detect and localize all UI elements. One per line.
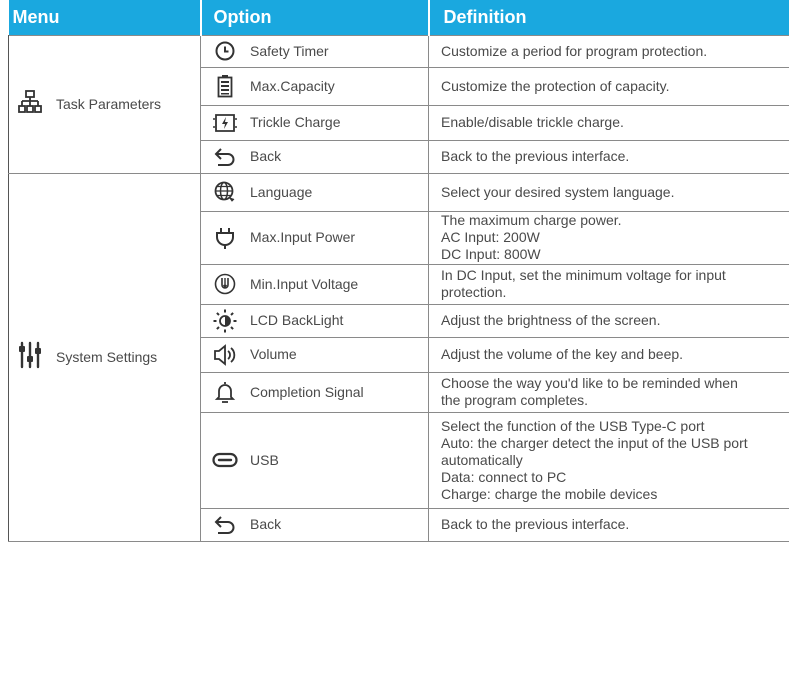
definition-line: Auto: the charger detect the input of th…	[441, 434, 748, 451]
option-label: Volume	[250, 346, 297, 362]
sitemap-icon	[18, 90, 42, 118]
definition-line: automatically	[441, 451, 523, 468]
clock-icon	[212, 38, 238, 64]
definition-cell: Select your desired system language.	[428, 172, 789, 212]
definition-line: Data: connect to PC	[441, 468, 567, 485]
back-arrow-icon	[212, 512, 238, 538]
option-label: Completion Signal	[250, 383, 364, 400]
option-cell: LCD BackLight	[200, 303, 429, 338]
definition-line: The maximum charge power.	[441, 212, 622, 228]
menu-cell: Task Parameters	[8, 34, 201, 174]
option-cell: Min.Input Voltage	[200, 263, 429, 305]
option-cell: Safety Timer	[200, 34, 429, 68]
definition-line: the program completes.	[441, 392, 589, 408]
option-label: Min.Input Voltage	[250, 275, 359, 292]
definition-line: In DC Input, set the minimum voltage for…	[441, 267, 726, 283]
option-cell: Completion Signal	[200, 371, 429, 413]
brightness-icon	[212, 308, 238, 334]
menu-header: Menu	[8, 0, 202, 35]
menu-cell: System Settings	[8, 172, 201, 542]
menu-label: Task Parameters	[56, 95, 162, 112]
option-cell: Max.Capacity	[200, 66, 429, 106]
option-label: USB	[250, 451, 279, 468]
option-cell: Max.Input Power	[200, 210, 429, 265]
definition-cell: Back to the previous interface.	[428, 139, 789, 174]
definition-header: Definition	[428, 0, 789, 35]
menu-label: System Settings	[56, 348, 158, 365]
charge-icon	[212, 110, 238, 136]
definition-line: Select the function of the USB Type-C po…	[441, 417, 705, 434]
definition-cell: In DC Input, set the minimum voltage for…	[428, 263, 789, 305]
definition-line: Choose the way you'd like to be reminded…	[441, 375, 738, 391]
option-cell: Back	[200, 139, 429, 174]
option-cell: Volume	[200, 336, 429, 373]
definition-line: AC Input: 200W	[441, 229, 540, 245]
usb-c-icon	[212, 447, 238, 473]
back-arrow-icon	[212, 144, 238, 170]
option-label: Back	[250, 516, 282, 532]
table-row: System Settings Language Select your desir…	[8, 172, 789, 542]
definition-line: Adjust the brightness of the screen.	[441, 312, 661, 328]
definition-line: Back to the previous interface.	[441, 516, 630, 532]
definition-line: protection.	[441, 284, 507, 300]
bell-icon	[212, 379, 238, 405]
definition-line: DC Input: 800W	[441, 246, 541, 262]
battery-icon	[212, 73, 238, 99]
option-cell: Back	[200, 507, 429, 542]
table-row: Task Parameters Safety Timer Customize a p…	[8, 34, 789, 174]
definition-cell: The maximum charge power. AC Input: 200W D…	[428, 210, 789, 265]
plug-icon	[212, 225, 238, 251]
sliders-icon	[18, 340, 42, 374]
definition-cell: Select the function of the USB Type-C po…	[428, 411, 789, 509]
speaker-icon	[212, 342, 238, 368]
definition-cell: Adjust the volume of the key and beep.	[428, 336, 789, 373]
definition-line: Charge: charge the mobile devices	[441, 485, 658, 502]
definition-cell: Adjust the brightness of the screen.	[428, 303, 789, 338]
definition-line: Enable/disable trickle charge.	[441, 114, 624, 130]
option-label: Trickle Charge	[250, 114, 341, 130]
option-label: Safety Timer	[250, 42, 329, 59]
option-label: Max.Capacity	[250, 77, 335, 94]
definition-line: Select your desired system language.	[441, 183, 675, 200]
globe-icon	[212, 179, 238, 205]
option-label: LCD BackLight	[250, 312, 344, 328]
definition-line: Customize the protection of capacity.	[441, 77, 670, 94]
definition-line: Customize a period for program protectio…	[441, 42, 708, 59]
option-header: Option	[200, 0, 430, 35]
option-cell: Language	[200, 172, 429, 212]
definition-cell: Customize the protection of capacity.	[428, 66, 789, 106]
option-label: Max.Input Power	[250, 229, 356, 245]
option-label: Back	[250, 148, 282, 164]
option-cell: Trickle Charge	[200, 104, 429, 141]
option-label: Language	[250, 183, 313, 200]
definition-cell: Choose the way you'd like to be reminded…	[428, 371, 789, 413]
definition-cell: Enable/disable trickle charge.	[428, 104, 789, 141]
voltage-icon	[212, 271, 238, 297]
definition-cell: Back to the previous interface.	[428, 507, 789, 542]
header-row: Menu Option Definition	[8, 0, 789, 35]
settings-table: Menu Option Definition Task Parameters Sa…	[8, 0, 789, 542]
definition-cell: Customize a period for program protectio…	[428, 34, 789, 68]
definition-line: Adjust the volume of the key and beep.	[441, 346, 684, 362]
definition-line: Back to the previous interface.	[441, 148, 630, 164]
option-cell: USB	[200, 411, 429, 509]
